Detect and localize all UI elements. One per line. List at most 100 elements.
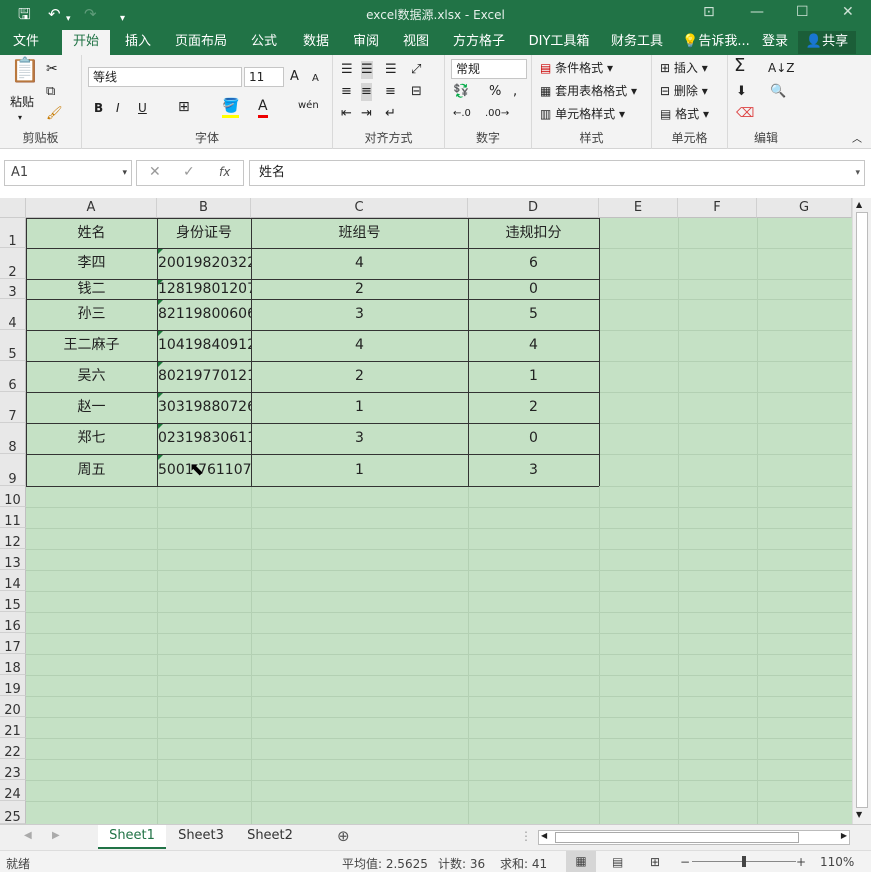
- insert-cells-button[interactable]: ⊞ 插入 ▾: [660, 59, 708, 77]
- tab-insert[interactable]: 插入: [116, 30, 160, 55]
- zoom-in-icon[interactable]: +: [796, 855, 806, 869]
- data-cell[interactable]: 128198012078: [157, 279, 251, 299]
- tab-review[interactable]: 审阅: [344, 30, 388, 55]
- row-header[interactable]: 6: [0, 361, 26, 393]
- error-indicator-icon[interactable]: [158, 362, 163, 367]
- currency-icon[interactable]: 💱: [453, 83, 469, 101]
- vertical-scrollbar[interactable]: ▲ ▼: [852, 198, 871, 824]
- paste-dropdown-icon[interactable]: ▾: [18, 109, 22, 127]
- error-indicator-icon[interactable]: [158, 393, 163, 398]
- italic-button[interactable]: I: [116, 99, 120, 117]
- expand-formula-icon[interactable]: ▾: [855, 161, 860, 185]
- tab-diy[interactable]: DIY工具箱: [524, 30, 594, 55]
- zoom-level[interactable]: 110%: [820, 855, 854, 869]
- sheet-tab-sheet1[interactable]: Sheet1: [98, 825, 166, 849]
- scroll-up-icon[interactable]: ▲: [856, 200, 862, 209]
- phonetic-button[interactable]: wén: [298, 97, 319, 115]
- row-header[interactable]: 10: [0, 486, 26, 508]
- wrap-text-icon[interactable]: ↵: [385, 105, 396, 123]
- row-header[interactable]: 22: [0, 738, 26, 760]
- error-indicator-icon[interactable]: [158, 280, 163, 285]
- login-link[interactable]: 登录: [756, 30, 794, 55]
- row-header[interactable]: 23: [0, 759, 26, 781]
- row-header[interactable]: 12: [0, 528, 26, 550]
- font-name-select[interactable]: 等线: [88, 67, 242, 87]
- scroll-right-icon[interactable]: ▶: [841, 831, 847, 840]
- tab-file[interactable]: 文件: [4, 30, 48, 55]
- ribbon-display-icon[interactable]: ⊡: [703, 4, 715, 20]
- data-cell[interactable]: 6: [468, 248, 599, 279]
- comma-button[interactable]: ,: [513, 83, 517, 101]
- name-box[interactable]: A1 ▾: [4, 160, 132, 186]
- close-icon[interactable]: ✕: [842, 4, 854, 20]
- data-cell[interactable]: 4: [251, 248, 468, 279]
- row-header[interactable]: 4: [0, 299, 26, 331]
- underline-button[interactable]: U: [138, 99, 147, 117]
- data-cell[interactable]: 郑七: [26, 423, 157, 454]
- data-cell[interactable]: 3: [251, 423, 468, 454]
- format-painter-icon[interactable]: 🖌: [46, 105, 63, 123]
- page-break-view-icon[interactable]: ⊞: [650, 855, 660, 869]
- align-right-icon[interactable]: ≡: [385, 83, 396, 101]
- horizontal-scrollbar[interactable]: ◀ ▶: [538, 830, 850, 845]
- collapse-ribbon-icon[interactable]: ︿: [852, 131, 862, 149]
- header-cell[interactable]: 姓名: [26, 218, 157, 248]
- delete-cells-button[interactable]: ⊟ 删除 ▾: [660, 82, 708, 100]
- tab-data[interactable]: 数据: [294, 30, 338, 55]
- cut-icon[interactable]: ✂: [46, 60, 58, 78]
- data-cell[interactable]: 1: [251, 392, 468, 423]
- row-header[interactable]: 21: [0, 717, 26, 739]
- row-header[interactable]: 13: [0, 549, 26, 571]
- tab-formulas[interactable]: 公式: [242, 30, 286, 55]
- data-cell[interactable]: 3: [251, 299, 468, 330]
- select-all-button[interactable]: [0, 198, 26, 218]
- sheet-tab-sheet2[interactable]: Sheet2: [236, 825, 304, 849]
- increase-decimal-icon[interactable]: ←.0: [453, 105, 471, 123]
- page-layout-view-icon[interactable]: ▤: [612, 855, 623, 869]
- normal-view-icon[interactable]: ▦: [566, 851, 596, 872]
- tab-ffgz[interactable]: 方方格子: [446, 30, 512, 55]
- cells-area[interactable]: 姓名身份证号班组号违规扣分李四20019820322446钱二128198012…: [26, 218, 852, 824]
- header-cell[interactable]: 身份证号: [157, 218, 251, 248]
- insert-function-button[interactable]: fx: [219, 165, 230, 179]
- new-sheet-icon[interactable]: ⊕: [337, 827, 350, 845]
- data-cell[interactable]: 王二麻子: [26, 330, 157, 361]
- row-header[interactable]: 17: [0, 633, 26, 655]
- data-cell[interactable]: 821198006065: [157, 299, 251, 330]
- find-select-icon[interactable]: 🔍: [770, 83, 786, 101]
- next-sheet-icon[interactable]: ▶: [52, 830, 60, 841]
- data-cell[interactable]: 0: [468, 423, 599, 454]
- row-header[interactable]: 7: [0, 392, 26, 424]
- row-header[interactable]: 15: [0, 591, 26, 613]
- data-cell[interactable]: 0: [468, 279, 599, 299]
- row-header[interactable]: 19: [0, 675, 26, 697]
- number-format-select[interactable]: 常规: [451, 59, 527, 79]
- column-header[interactable]: G: [757, 198, 852, 218]
- merge-center-icon[interactable]: ⊟: [411, 83, 422, 101]
- error-indicator-icon[interactable]: [158, 331, 163, 336]
- share-button[interactable]: 👤共享: [798, 31, 856, 54]
- column-header[interactable]: D: [468, 198, 599, 218]
- data-cell[interactable]: 钱二: [26, 279, 157, 299]
- tell-me-search[interactable]: 💡告诉我...: [680, 30, 752, 55]
- data-cell[interactable]: 李四: [26, 248, 157, 279]
- data-cell[interactable]: 104198409126: [157, 330, 251, 361]
- data-cell[interactable]: 802197701219: [157, 361, 251, 392]
- bold-button[interactable]: B: [94, 99, 103, 117]
- row-header[interactable]: 18: [0, 654, 26, 676]
- font-color-icon[interactable]: A: [258, 97, 268, 118]
- scroll-left-icon[interactable]: ◀: [541, 831, 547, 840]
- header-cell[interactable]: 违规扣分: [468, 218, 599, 248]
- chevron-down-icon[interactable]: ▾: [122, 161, 127, 185]
- shrink-font-button[interactable]: A: [312, 70, 319, 88]
- error-indicator-icon[interactable]: [158, 249, 163, 254]
- tab-page-layout[interactable]: 页面布局: [168, 30, 234, 55]
- borders-icon[interactable]: ⊞: [178, 98, 190, 116]
- column-header[interactable]: A: [26, 198, 157, 218]
- paste-icon[interactable]: 📋: [10, 58, 40, 82]
- prev-sheet-icon[interactable]: ◀: [24, 830, 32, 841]
- clear-icon[interactable]: ⌫: [736, 105, 754, 123]
- data-cell[interactable]: 2: [251, 279, 468, 299]
- row-header[interactable]: 5: [0, 330, 26, 362]
- maximize-icon[interactable]: ☐: [796, 4, 809, 20]
